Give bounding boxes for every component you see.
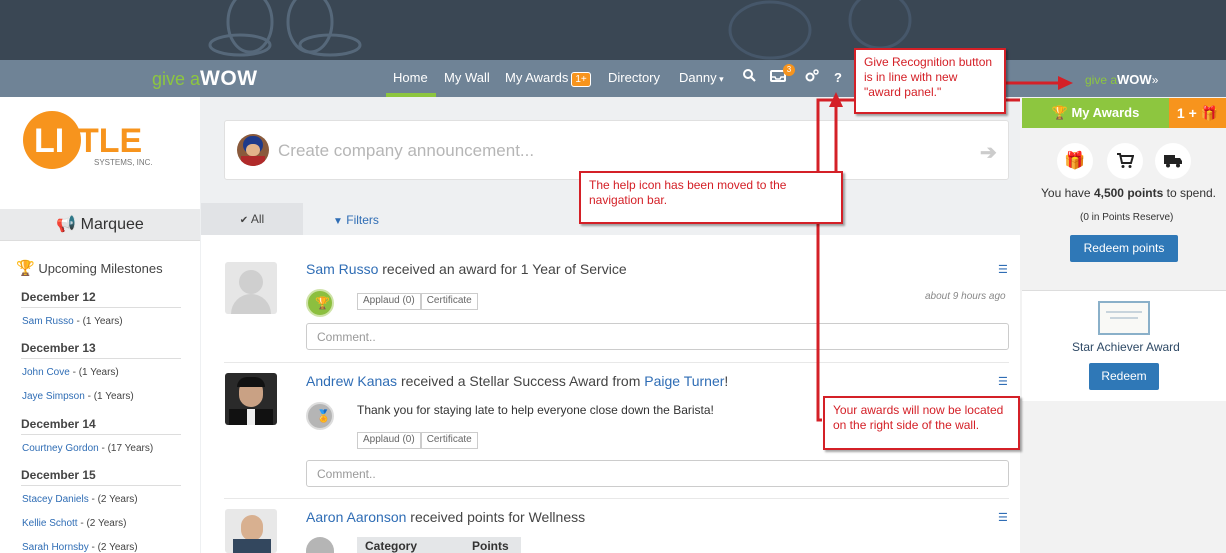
callout-arrows <box>816 76 1073 422</box>
callout-awards-location: Your awards will now be located on the r… <box>823 396 1020 450</box>
callout-help-icon: The help icon has been moved to the navi… <box>579 171 843 224</box>
callout-give-recognition: Give Recognition button is in line with … <box>854 48 1006 114</box>
